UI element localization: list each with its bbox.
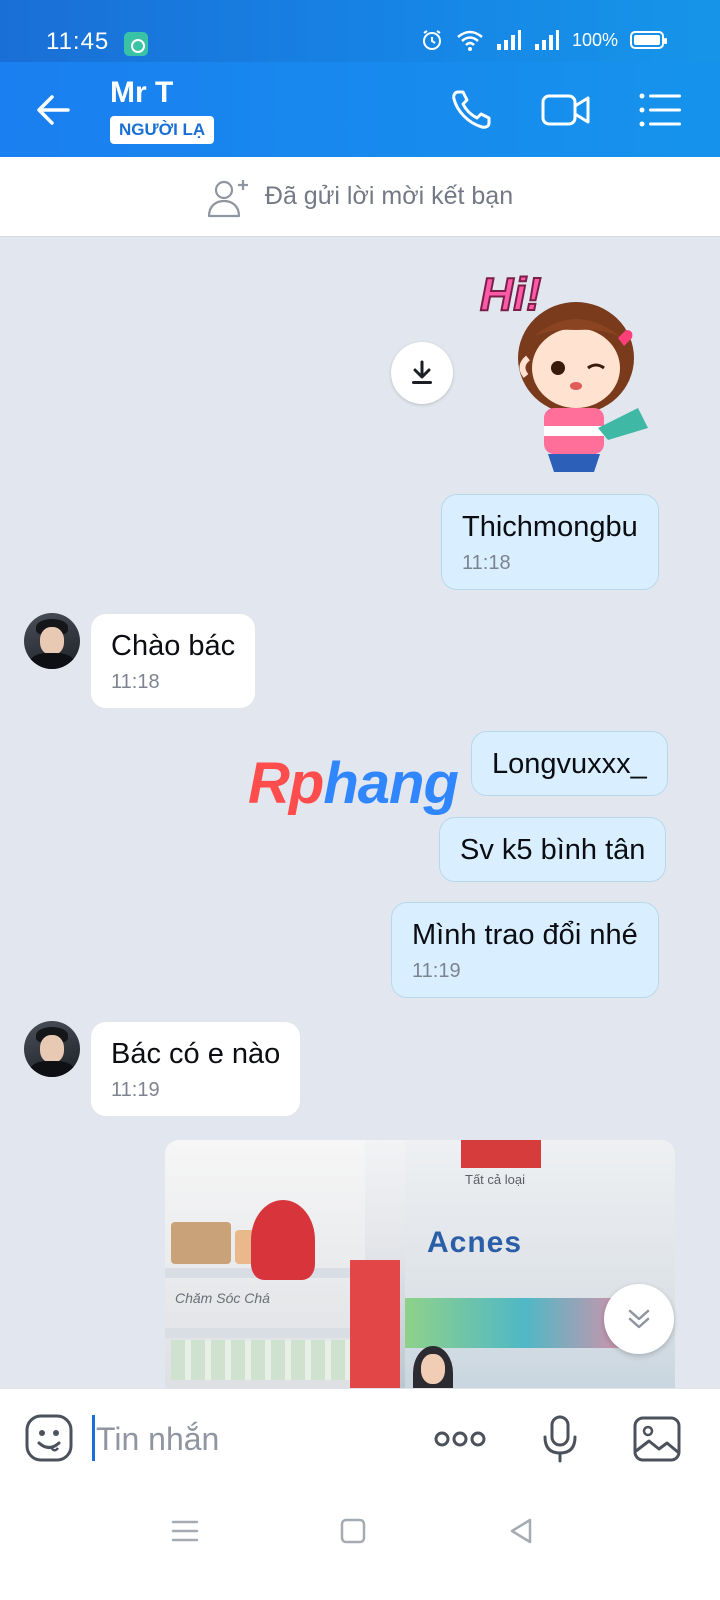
download-icon [412,360,432,384]
hi-sticker[interactable]: Hi! [478,258,658,480]
emoji-icon[interactable] [24,1413,74,1463]
more-icon[interactable] [432,1413,488,1465]
message-text: Sv k5 bình tân [460,834,646,866]
wifi-icon [457,30,483,51]
download-button[interactable] [391,342,453,404]
signal-2-icon [534,30,559,50]
scroll-down-icon [628,1309,650,1329]
photo-sign-2: Acnes [427,1226,523,1259]
message-bubble[interactable]: Longvuxxx_ [471,731,668,796]
message-composer [0,1388,720,1488]
friend-request-text: Đã gửi lời mời kết bạn [264,182,514,210]
battery-icon [630,31,667,49]
message-text: Mình trao đổi nhé [412,919,638,951]
message-text: Longvuxxx_ [492,748,647,780]
photo-message[interactable]: Chăm Sóc Chá Tất cả loại Acnes [165,1140,675,1388]
back-arrow-icon[interactable] [32,88,76,132]
status-time: 11:45 [46,28,110,55]
message-bubble[interactable]: Chào bác 11:18 [90,613,257,709]
photo-sign-3: Chăm Sóc Chá [175,1290,270,1306]
contact-name[interactable]: Mr T [110,76,173,110]
watermark: Rphang [248,750,459,817]
system-nav-bar [0,1488,720,1600]
message-time: 11:18 [462,552,511,574]
back-nav-icon[interactable] [506,1516,536,1546]
video-call-icon[interactable] [540,84,592,136]
watermark-part-1: Rp [248,751,324,816]
message-time: 11:18 [111,671,160,693]
message-bubble[interactable]: Bác có e nào 11:19 [90,1021,302,1117]
sticker-text: Hi! [480,268,541,320]
image-icon[interactable] [632,1413,682,1465]
alarm-icon [422,30,441,50]
contact-avatar[interactable] [24,1021,80,1077]
message-bubble[interactable]: Thichmongbu 11:18 [441,494,659,590]
message-time: 11:19 [111,1079,160,1101]
stranger-badge: NGƯỜI LẠ [110,116,215,144]
message-bubble[interactable]: Sv k5 bình tân [439,817,667,882]
status-right: 100% [420,28,667,52]
friend-request-banner: Đã gửi lời mời kết bạn [0,157,720,237]
notification-app-icon [124,32,148,56]
text-caret [92,1415,95,1461]
menu-icon[interactable] [634,84,686,136]
message-bubble[interactable]: Mình trao đổi nhé 11:19 [391,902,659,998]
recent-apps-icon[interactable] [170,1516,200,1546]
contact-avatar[interactable] [24,613,80,669]
scroll-down-button[interactable] [604,1284,674,1354]
message-text: Chào bác [111,630,236,662]
watermark-part-2: hang [323,751,459,816]
message-text: Thichmongbu [462,511,638,543]
microphone-icon[interactable] [538,1413,582,1465]
message-input[interactable] [96,1417,416,1461]
home-icon[interactable] [338,1516,368,1546]
message-time: 11:19 [412,960,461,982]
chat-header: Mr T NGƯỜI LẠ [0,62,720,157]
chat-area[interactable]: Hi! Thichmongbu 11:18 Chào bác 11:18 Rph… [0,238,720,1388]
status-bar: 11:45 100% [0,0,720,62]
message-text: Bác có e nào [111,1038,281,1070]
add-friend-icon [207,179,248,217]
photo-sign-1: Tất cả loại [465,1172,525,1187]
battery-percent: 100% [571,29,618,50]
phone-icon[interactable] [446,84,498,136]
signal-1-icon [496,30,521,50]
